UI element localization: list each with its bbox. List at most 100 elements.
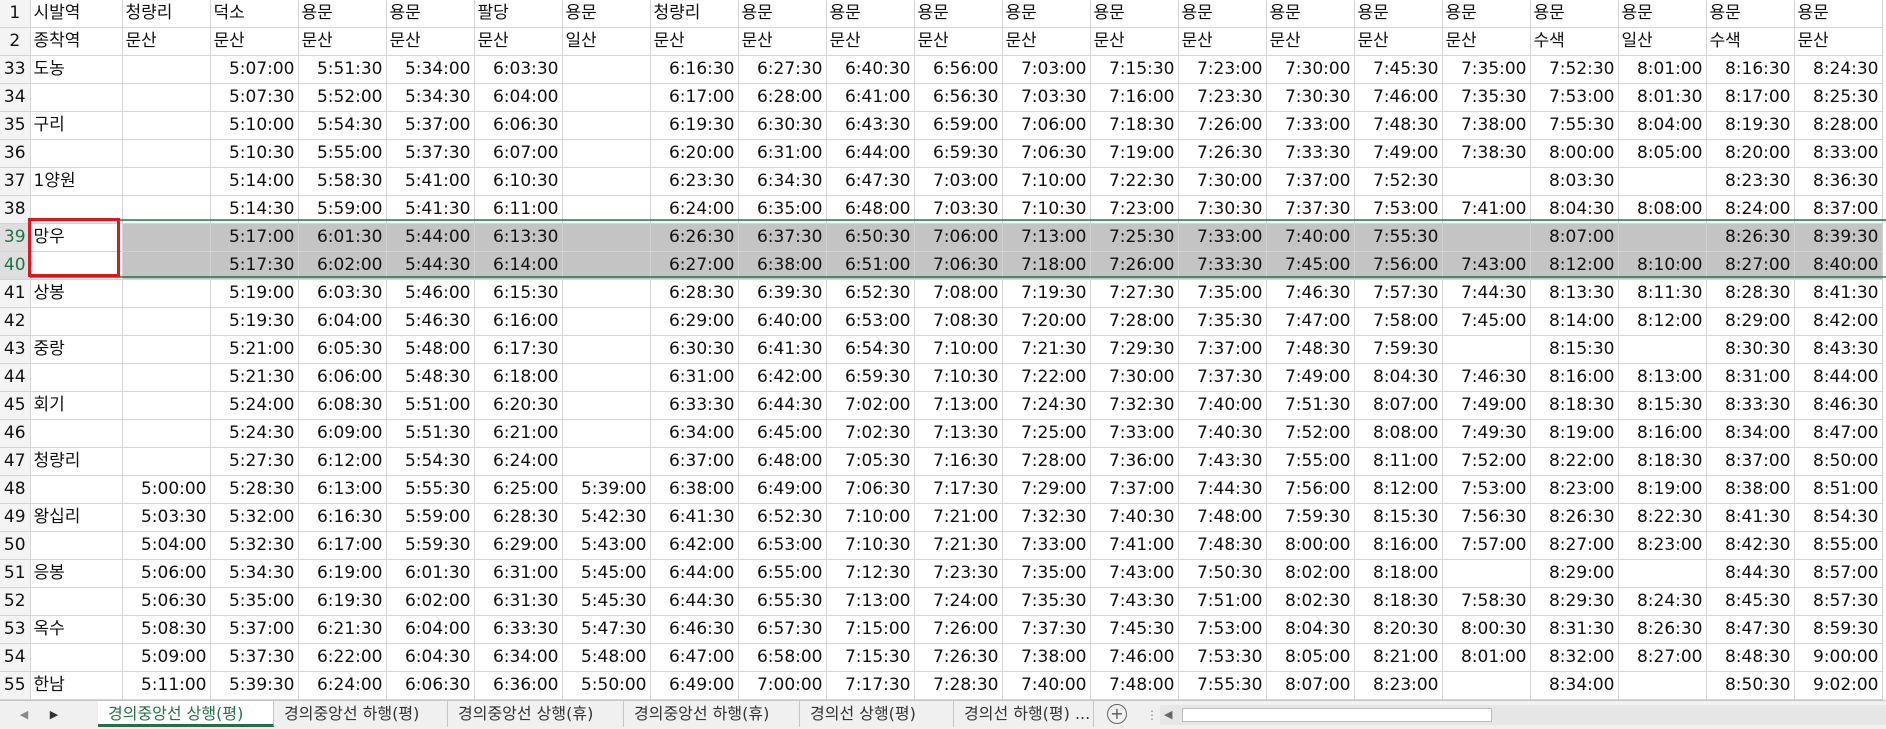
time-cell[interactable]: 6:22:00 <box>298 643 387 672</box>
time-cell[interactable]: 8:39:30 <box>1794 223 1883 252</box>
time-cell[interactable]: 7:55:30 <box>1178 671 1267 700</box>
time-cell[interactable]: 7:26:30 <box>914 643 1003 672</box>
time-cell[interactable]: 8:42:30 <box>1706 531 1795 560</box>
station-cell[interactable]: 왕십리 <box>30 503 123 532</box>
time-cell[interactable]: 문산 <box>738 27 827 56</box>
time-cell[interactable]: 6:01:30 <box>386 559 475 588</box>
time-cell[interactable]: 7:32:30 <box>1002 503 1091 532</box>
time-cell[interactable]: 5:17:00 <box>210 223 299 252</box>
time-cell[interactable]: 8:51:00 <box>1794 475 1883 504</box>
time-cell[interactable] <box>1442 671 1531 700</box>
time-cell[interactable]: 7:46:00 <box>1354 83 1443 112</box>
spreadsheet-grid[interactable]: 1 시발역 청량리 덕소 용문 용문 팔당 용문 청량리 용문 용문 용문 용문 용문 용문 용문 용문 용문 용문… <box>0 0 1886 700</box>
row-header[interactable]: 47 <box>0 447 31 476</box>
time-cell[interactable] <box>562 223 651 252</box>
time-cell[interactable]: 7:28:00 <box>1090 307 1179 336</box>
time-cell[interactable]: 7:29:00 <box>1002 475 1091 504</box>
time-cell[interactable]: 8:31:30 <box>1530 615 1619 644</box>
time-cell[interactable]: 8:48:30 <box>1706 643 1795 672</box>
time-cell[interactable]: 5:54:30 <box>386 447 475 476</box>
time-cell[interactable]: 5:34:30 <box>210 559 299 588</box>
time-cell[interactable]: 6:09:00 <box>298 419 387 448</box>
time-cell[interactable]: 5:42:30 <box>562 503 651 532</box>
time-cell[interactable]: 8:14:00 <box>1530 307 1619 336</box>
time-cell[interactable] <box>122 167 211 196</box>
time-cell[interactable]: 7:35:00 <box>1002 559 1091 588</box>
time-cell[interactable]: 8:28:30 <box>1706 279 1795 308</box>
time-cell[interactable]: 5:34:30 <box>386 83 475 112</box>
time-cell[interactable]: 7:56:30 <box>1442 503 1531 532</box>
time-cell[interactable]: 6:44:30 <box>738 391 827 420</box>
time-cell[interactable]: 7:21:00 <box>914 503 1003 532</box>
time-cell[interactable]: 문산 <box>1266 27 1355 56</box>
time-cell[interactable] <box>122 111 211 140</box>
time-cell[interactable]: 8:41:30 <box>1794 279 1883 308</box>
time-cell[interactable]: 7:33:00 <box>1090 419 1179 448</box>
time-cell[interactable]: 수색 <box>1706 27 1795 56</box>
time-cell[interactable]: 6:37:00 <box>650 447 739 476</box>
time-cell[interactable]: 6:31:00 <box>474 559 563 588</box>
time-cell[interactable] <box>122 83 211 112</box>
time-cell[interactable]: 7:52:00 <box>1442 447 1531 476</box>
time-cell[interactable]: 7:25:30 <box>1090 223 1179 252</box>
time-cell[interactable]: 7:10:30 <box>826 531 915 560</box>
time-cell[interactable]: 7:33:30 <box>1266 139 1355 168</box>
time-cell[interactable]: 9:02:00 <box>1794 671 1883 700</box>
time-cell[interactable]: 8:18:30 <box>1618 447 1707 476</box>
time-cell[interactable]: 8:47:30 <box>1706 615 1795 644</box>
time-cell[interactable]: 5:58:30 <box>298 167 387 196</box>
time-cell[interactable]: 6:40:00 <box>738 307 827 336</box>
time-cell[interactable]: 7:10:00 <box>1002 167 1091 196</box>
time-cell[interactable]: 7:05:30 <box>826 447 915 476</box>
time-cell[interactable]: 5:48:30 <box>386 363 475 392</box>
time-cell[interactable]: 8:17:00 <box>1706 83 1795 112</box>
time-cell[interactable]: 8:32:00 <box>1530 643 1619 672</box>
time-cell[interactable]: 7:47:00 <box>1266 307 1355 336</box>
time-cell[interactable]: 8:44:00 <box>1794 363 1883 392</box>
time-cell[interactable]: 7:52:00 <box>1266 419 1355 448</box>
time-cell[interactable]: 문산 <box>914 27 1003 56</box>
time-cell[interactable]: 7:33:00 <box>1266 111 1355 140</box>
time-cell[interactable]: 6:45:00 <box>738 419 827 448</box>
time-cell[interactable]: 5:45:00 <box>562 559 651 588</box>
time-cell[interactable]: 8:04:30 <box>1354 363 1443 392</box>
time-cell[interactable]: 6:49:00 <box>738 475 827 504</box>
time-cell[interactable]: 6:04:00 <box>386 615 475 644</box>
time-cell[interactable]: 8:37:00 <box>1706 447 1795 476</box>
time-cell[interactable]: 7:48:30 <box>1266 335 1355 364</box>
row-header[interactable]: 38 <box>0 195 31 224</box>
station-cell[interactable] <box>30 587 123 616</box>
time-cell[interactable]: 일산 <box>1618 27 1707 56</box>
time-cell[interactable]: 6:06:30 <box>386 671 475 700</box>
time-cell[interactable]: 8:34:00 <box>1530 671 1619 700</box>
time-cell[interactable]: 용문 <box>562 0 651 28</box>
time-cell[interactable]: 7:02:30 <box>826 419 915 448</box>
time-cell[interactable]: 6:23:30 <box>650 167 739 196</box>
time-cell[interactable]: 6:43:30 <box>826 111 915 140</box>
time-cell[interactable]: 7:08:30 <box>914 307 1003 336</box>
time-cell[interactable]: 5:37:30 <box>210 643 299 672</box>
time-cell[interactable]: 8:15:30 <box>1530 335 1619 364</box>
time-cell[interactable]: 덕소 <box>210 0 299 28</box>
time-cell[interactable]: 6:56:00 <box>914 55 1003 84</box>
station-cell[interactable]: 종착역 <box>30 27 123 56</box>
time-cell[interactable]: 5:24:00 <box>210 391 299 420</box>
row-header[interactable]: 2 <box>0 27 31 56</box>
tab-sheet-1[interactable]: 경의중앙선 상행(평) <box>98 701 274 727</box>
time-cell[interactable]: 7:36:00 <box>1090 447 1179 476</box>
time-cell[interactable] <box>562 307 651 336</box>
time-cell[interactable]: 용문 <box>1266 0 1355 28</box>
station-cell[interactable]: 망우 <box>30 223 123 252</box>
time-cell[interactable]: 7:46:30 <box>1266 279 1355 308</box>
time-cell[interactable]: 7:10:00 <box>914 335 1003 364</box>
time-cell[interactable]: 8:29:00 <box>1706 307 1795 336</box>
time-cell[interactable]: 6:53:00 <box>826 307 915 336</box>
time-cell[interactable]: 8:15:30 <box>1354 503 1443 532</box>
time-cell[interactable]: 7:53:30 <box>1178 643 1267 672</box>
time-cell[interactable] <box>122 419 211 448</box>
horizontal-scrollbar[interactable]: ◀ <box>1160 705 1886 725</box>
time-cell[interactable]: 5:44:00 <box>386 223 475 252</box>
time-cell[interactable]: 용문 <box>386 0 475 28</box>
time-cell[interactable]: 8:33:00 <box>1794 139 1883 168</box>
time-cell[interactable]: 6:18:00 <box>474 363 563 392</box>
